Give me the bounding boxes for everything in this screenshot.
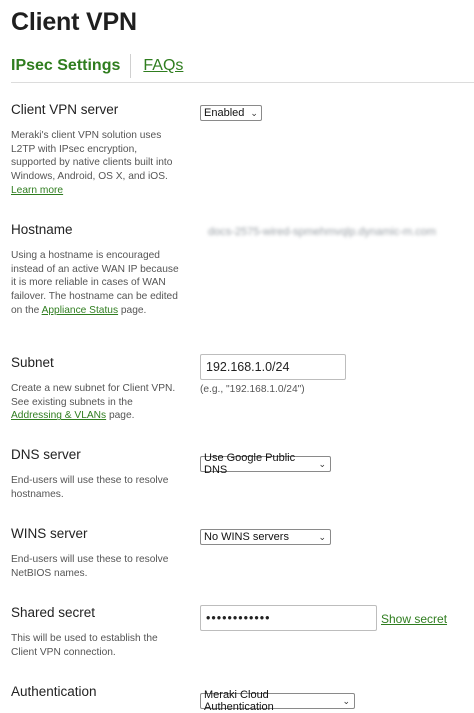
tab-ipsec-settings[interactable]: IPsec Settings — [11, 57, 120, 75]
dns-select[interactable]: Use Google Public DNS ⌄ — [200, 452, 331, 476]
chevron-down-icon: ⌄ — [318, 531, 326, 542]
dns-description: End-users will use these to resolve host… — [11, 475, 169, 500]
subnet-label: Subnet — [11, 355, 54, 370]
auth-select[interactable]: Meraki Cloud Authentication ⌄ — [200, 689, 355, 713]
server-label: Client VPN server — [11, 102, 119, 117]
dns-section: DNS server End-users will use these to r… — [11, 447, 181, 501]
appliance-status-link[interactable]: Appliance Status — [42, 305, 118, 316]
wins-select[interactable]: No WINS servers ⌄ — [200, 529, 331, 545]
subnet-description: Create a new subnet for Client VPN. See … — [11, 383, 176, 422]
secret-label: Shared secret — [11, 605, 96, 620]
shared-secret-input[interactable]: •••••••••••• — [200, 605, 377, 631]
server-section: Client VPN server Meraki's client VPN so… — [11, 102, 181, 198]
chevron-down-icon: ⌄ — [342, 695, 350, 706]
learn-more-link[interactable]: Learn more — [11, 185, 63, 196]
wins-description: End-users will use these to resolve NetB… — [11, 554, 169, 579]
secret-description: This will be used to establish the Clien… — [11, 633, 158, 658]
page-title: Client VPN — [11, 8, 137, 36]
dns-label: DNS server — [11, 447, 81, 462]
tab-faqs[interactable]: FAQs — [143, 57, 183, 75]
server-description: Meraki's client VPN solution uses L2TP w… — [11, 130, 173, 196]
subnet-input[interactable]: 192.168.1.0/24 — [200, 354, 346, 380]
secret-section: Shared secret This will be used to estab… — [11, 605, 181, 659]
hostname-label: Hostname — [11, 222, 73, 237]
chevron-down-icon: ⌄ — [250, 107, 258, 118]
hostname-description: Using a hostname is encouraged instead o… — [11, 250, 179, 316]
hostname-section: Hostname Using a hostname is encouraged … — [11, 222, 181, 318]
show-secret-link[interactable]: Show secret — [381, 612, 447, 626]
auth-label: Authentication — [11, 684, 97, 699]
tab-divider — [130, 54, 132, 78]
subnet-section: Subnet Create a new subnet for Client VP… — [11, 355, 181, 423]
server-select[interactable]: Enabled ⌄ — [200, 105, 262, 121]
auth-section: Authentication — [11, 684, 181, 699]
hostname-value: docs-2575-wired-spmehmvqlp.dynamic-m.com — [208, 226, 437, 238]
wins-section: WINS server End-users will use these to … — [11, 526, 181, 580]
tab-bar: IPsec Settings FAQs — [11, 52, 183, 80]
tabs-divider-line — [11, 82, 474, 83]
wins-label: WINS server — [11, 526, 88, 541]
addressing-vlans-link[interactable]: Addressing & VLANs — [11, 410, 106, 421]
subnet-hint: (e.g., "192.168.1.0/24") — [200, 384, 305, 395]
chevron-down-icon: ⌄ — [318, 458, 326, 469]
